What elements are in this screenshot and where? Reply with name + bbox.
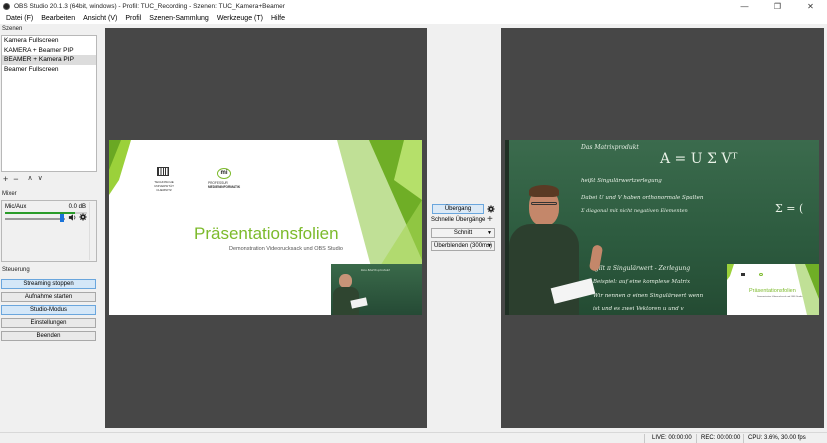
- mixer-panel: Mic/Aux 0.0 dB: [1, 200, 97, 262]
- gear-icon[interactable]: [79, 213, 87, 221]
- move-scene-down-button[interactable]: ∨: [38, 174, 43, 184]
- rec-timer: REC: 00:00:00: [701, 435, 741, 441]
- program-canvas[interactable]: Das Matrixprodukt A = U Σ Vᵀ heißt Singu…: [501, 28, 824, 428]
- transition-gear-icon[interactable]: [487, 205, 495, 213]
- board-line-3: Dabei U und V haben orthonormale Spalten: [581, 195, 704, 201]
- board-line-6: gilt π Singulärwert - Zerlegung: [595, 265, 691, 272]
- speaker-icon[interactable]: [68, 213, 77, 222]
- presenter-hair: [529, 185, 559, 197]
- presenter-head-pip: [339, 274, 352, 288]
- preview-canvas[interactable]: TECHNISCHE UNIVERSITÄT CHEMNITZ mi PROFE…: [105, 28, 427, 428]
- stop-streaming-button[interactable]: Streaming stoppen: [1, 279, 96, 289]
- transition-button[interactable]: Übergang: [432, 204, 484, 214]
- scene-item-beamer-kamera-pip[interactable]: BEAMER + Kamera PIP: [2, 55, 96, 65]
- board-line-5: Σ = (: [775, 202, 804, 215]
- menu-werkzeuge[interactable]: Werkzeuge (T): [213, 15, 267, 22]
- slide-subtitle: Demonstration Videorucksack und OBS Stud…: [229, 246, 343, 252]
- menu-bar: Datei (F) Bearbeiten Ansicht (V) Profil …: [0, 13, 827, 24]
- mixer-dock-title: Mixer: [2, 191, 17, 197]
- status-separator: [644, 434, 645, 443]
- status-bar: LIVE: 00:00:00 REC: 00:00:00 CPU: 3.6%, …: [0, 432, 827, 443]
- menu-datei[interactable]: Datei (F): [2, 15, 37, 22]
- volume-slider-track[interactable]: [5, 218, 65, 220]
- tu-chemnitz-logo-text: TECHNISCHE UNIVERSITÄT CHEMNITZ: [154, 180, 174, 192]
- scenes-dock-title: Szenen: [2, 26, 23, 32]
- scenes-toolbar: + − ∧ ∨: [3, 174, 43, 184]
- volume-slider-handle[interactable]: [60, 214, 64, 222]
- scenes-list: Kamera Fullscreen KAMERA + Beamer PIP BE…: [1, 35, 97, 172]
- medieninformatik-label: PROFESSUR MEDIENINFORMATIK: [208, 181, 240, 189]
- transition-select-schnitt-value: Schnitt: [453, 230, 473, 236]
- board-line-8: Wir nennen σ einen Singulärwert wenn: [593, 293, 704, 299]
- obs-window: OBS Studio 20.1.3 (64bit, windows) - Pro…: [0, 0, 827, 443]
- scene-item-beamer-fullscreen[interactable]: Beamer Fullscreen: [2, 65, 96, 75]
- controls-dock-title: Steuerung: [2, 267, 30, 273]
- board-formula: A = U Σ Vᵀ: [660, 151, 738, 167]
- slide-pip-logo: [741, 273, 745, 276]
- status-separator: [696, 434, 697, 443]
- scene-item-kamera-fullscreen[interactable]: Kamera Fullscreen: [2, 36, 96, 46]
- slide-pip-title: Präsentationsfolien: [749, 288, 796, 294]
- menu-ansicht[interactable]: Ansicht (V): [79, 15, 121, 22]
- maximize-button[interactable]: ❐: [761, 0, 794, 13]
- transition-select-fade[interactable]: Überblenden (300ms) ▼: [431, 241, 495, 251]
- menu-hilfe[interactable]: Hilfe: [267, 15, 289, 22]
- cpu-fps-status: CPU: 3.6%, 30.00 fps: [748, 435, 806, 441]
- quick-transitions-label: Schnelle Übergänge: [431, 217, 486, 223]
- obs-logo-icon: [3, 3, 10, 10]
- transition-select-schnitt[interactable]: Schnitt ▼: [431, 228, 495, 238]
- add-scene-button[interactable]: +: [3, 174, 8, 184]
- volume-meter-fill: [5, 212, 75, 214]
- presenter-body: [509, 224, 579, 315]
- close-button[interactable]: ✕: [794, 0, 827, 13]
- window-title: OBS Studio 20.1.3 (64bit, windows) - Pro…: [14, 3, 285, 10]
- presenter-glasses: [531, 202, 557, 205]
- title-bar: OBS Studio 20.1.3 (64bit, windows) - Pro…: [0, 0, 827, 13]
- exit-button[interactable]: Beenden: [1, 331, 96, 341]
- window-controls: — ❐ ✕: [728, 0, 827, 13]
- live-timer: LIVE: 00:00:00: [652, 435, 692, 441]
- camera-pip: Das Matrixprodukt: [331, 264, 422, 315]
- minimize-button[interactable]: —: [728, 0, 761, 13]
- status-separator: [743, 434, 744, 443]
- medieninformatik-line2: MEDIENINFORMATIK: [208, 185, 241, 189]
- studio-mode-button[interactable]: Studio-Modus: [1, 305, 96, 315]
- menu-bearbeiten[interactable]: Bearbeiten: [37, 15, 79, 22]
- menu-profil[interactable]: Profil: [121, 15, 145, 22]
- board-line-1: Das Matrixprodukt: [581, 144, 639, 151]
- menu-szenen-sammlung[interactable]: Szenen-Sammlung: [145, 15, 213, 22]
- mixer-db-value: 0.0 dB: [68, 204, 86, 210]
- board-line-2: heißt Singulärwertzerlegung: [581, 178, 662, 184]
- chevron-down-icon: ▼: [487, 230, 492, 236]
- mixer-source-label: Mic/Aux: [5, 204, 27, 210]
- move-scene-up-button[interactable]: ∧: [28, 174, 33, 184]
- camera-pip-board-text: Das Matrixprodukt: [361, 268, 390, 272]
- board-line-7: Beispiel: auf eine komplexe Matrix: [593, 279, 691, 285]
- mixer-scrollbar[interactable]: [89, 202, 95, 260]
- scene-item-kamera-beamer-pip[interactable]: KAMERA + Beamer PIP: [2, 46, 96, 56]
- chevron-down-icon: ▼: [487, 243, 492, 249]
- tu-chemnitz-logo: [157, 167, 169, 176]
- program-camera-view: Das Matrixprodukt A = U Σ Vᵀ heißt Singu…: [505, 140, 819, 315]
- settings-button[interactable]: Einstellungen: [1, 318, 96, 328]
- board-line-4: Σ diagonal mit nicht negativen Elementen: [581, 208, 688, 214]
- slide-title: Präsentationsfolien: [194, 224, 339, 243]
- slide-pip-subtitle: Demonstration Videorucksack und OBS Stud…: [757, 296, 803, 298]
- preview-slide: TECHNISCHE UNIVERSITÄT CHEMNITZ mi PROFE…: [109, 140, 422, 315]
- transition-select-fade-value: Überblenden (300ms): [434, 243, 493, 249]
- add-quick-transition-icon[interactable]: +: [487, 215, 493, 225]
- slide-pip-mi-logo: [759, 273, 763, 276]
- remove-scene-button[interactable]: −: [13, 174, 18, 184]
- board-line-9: ist und es zwei Vektoren u und v: [593, 306, 684, 312]
- start-recording-button[interactable]: Aufnahme starten: [1, 292, 96, 302]
- medieninformatik-logo: mi: [217, 168, 231, 179]
- slide-pip: Präsentationsfolien Demonstration Videor…: [727, 264, 819, 315]
